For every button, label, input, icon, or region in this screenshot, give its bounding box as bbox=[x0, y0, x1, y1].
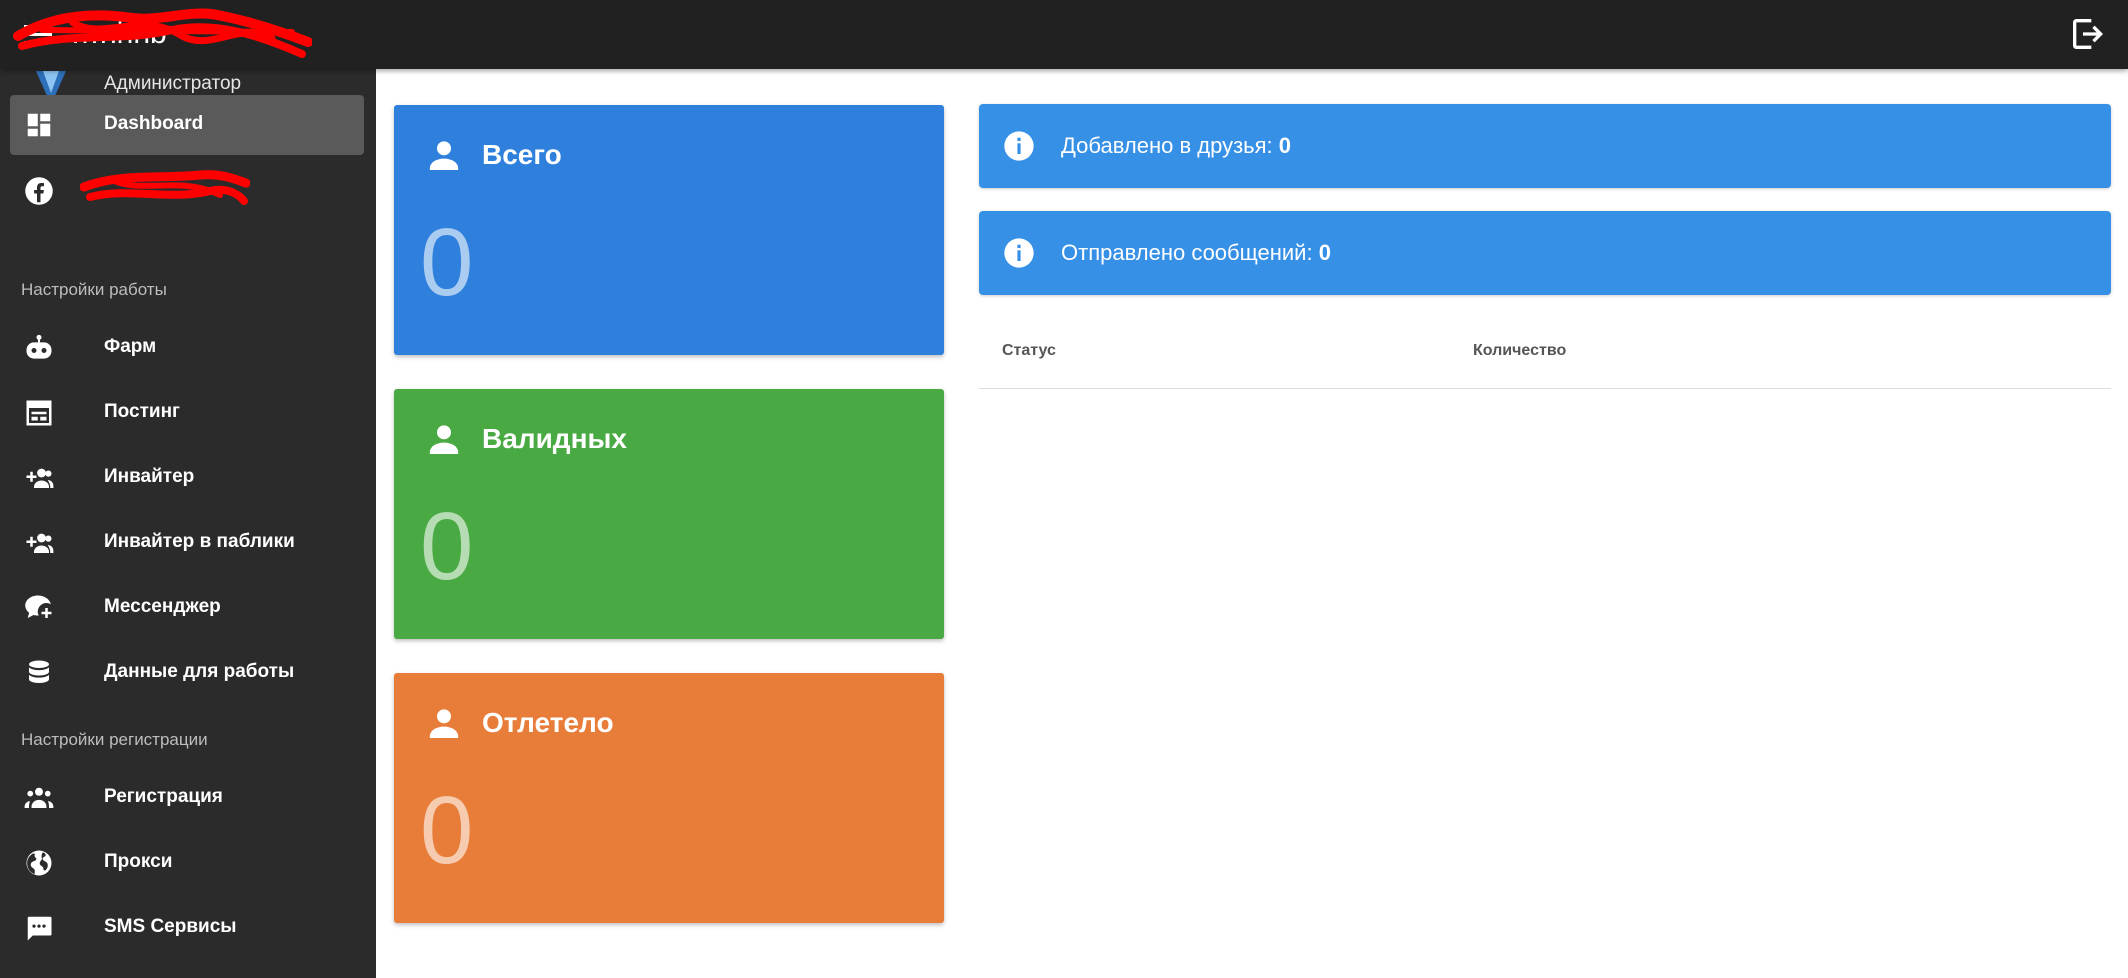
card-value: 0 bbox=[420, 493, 474, 600]
person-icon bbox=[429, 141, 459, 170]
chat-plus-icon bbox=[25, 595, 52, 618]
user-role: Администратор bbox=[104, 73, 242, 94]
sidebar-item-inviter-publics[interactable]: Инвайтер в паблики bbox=[10, 513, 364, 573]
alert-value: 0 bbox=[1278, 133, 1292, 158]
redaction-scribble bbox=[80, 170, 250, 205]
group-icon bbox=[24, 787, 54, 808]
sidebar-item-label: Постинг bbox=[104, 401, 180, 422]
sidebar-item-posting[interactable]: Постинг bbox=[10, 383, 364, 443]
card-title: Отлетело bbox=[482, 707, 614, 738]
sms-icon bbox=[27, 916, 52, 941]
sidebar-item-farm[interactable]: Фарм bbox=[10, 318, 364, 378]
sidebar-item-dashboard[interactable]: Dashboard bbox=[10, 95, 364, 155]
sidebar: Администратор Dashboard Настройки работы… bbox=[0, 69, 376, 978]
sidebar-item-label: Инвайтер bbox=[104, 466, 195, 487]
sidebar-item-label: Регистрация bbox=[104, 786, 223, 807]
person-icon bbox=[429, 709, 459, 738]
facebook-icon bbox=[25, 177, 53, 205]
sidebar-item-sms-services[interactable]: SMS Сервисы bbox=[10, 898, 364, 958]
add-group-icon bbox=[26, 533, 54, 553]
column-header-status[interactable]: Статус bbox=[1002, 342, 1056, 360]
stat-card-dropped: Отлетело 0 bbox=[394, 673, 944, 923]
alert-value: 0 bbox=[1318, 240, 1331, 265]
database-icon bbox=[29, 660, 49, 683]
info-icon bbox=[1004, 238, 1034, 268]
sidebar-item-label: Мессенджер bbox=[104, 596, 221, 617]
card-value: 0 bbox=[420, 777, 474, 884]
section-header-work: Настройки работы bbox=[21, 280, 167, 299]
robot-icon bbox=[26, 334, 52, 359]
sidebar-item-label: Dashboard bbox=[104, 113, 204, 134]
sidebar-item-label: Фарм bbox=[104, 336, 157, 357]
add-group-icon bbox=[26, 468, 54, 488]
sidebar-item-messenger[interactable]: Мессенджер bbox=[10, 578, 364, 638]
calendar-icon bbox=[26, 400, 52, 426]
stat-card-valid: Валидных 0 bbox=[394, 389, 944, 639]
sidebar-item-label: SMS Сервисы bbox=[104, 916, 237, 937]
alert-messages-sent: Отправлено сообщений: 0 bbox=[979, 211, 2111, 295]
sidebar-item-work-data[interactable]: Данные для работы bbox=[10, 643, 364, 703]
card-value: 0 bbox=[420, 209, 474, 316]
sidebar-item-facebook[interactable] bbox=[10, 161, 364, 221]
alert-friends-added: Добавлено в друзья: 0 bbox=[979, 104, 2111, 188]
logout-icon[interactable] bbox=[2068, 14, 2108, 54]
sidebar-item-registration[interactable]: Регистрация bbox=[10, 768, 364, 828]
app-title: …nhhb bbox=[70, 17, 167, 50]
alert-text: Добавлено в друзья: 0 bbox=[1061, 133, 1292, 158]
sidebar-item-label: Прокси bbox=[104, 851, 173, 872]
globe-icon bbox=[26, 850, 52, 876]
section-header-registration: Настройки регистрации bbox=[21, 730, 208, 749]
stat-card-total: Всего 0 bbox=[394, 105, 944, 355]
sidebar-item-proxy[interactable]: Прокси bbox=[10, 833, 364, 893]
stats-table-header: Статус Количество bbox=[979, 318, 2111, 389]
top-app-bar: …nhhb bbox=[0, 0, 2128, 69]
card-title: Валидных bbox=[482, 423, 627, 454]
info-icon bbox=[1004, 131, 1034, 161]
card-title: Всего bbox=[482, 139, 562, 170]
menu-icon[interactable] bbox=[22, 20, 56, 50]
person-icon bbox=[429, 425, 459, 454]
sidebar-item-inviter[interactable]: Инвайтер bbox=[10, 448, 364, 508]
column-header-count[interactable]: Количество bbox=[1473, 342, 1566, 360]
alert-text: Отправлено сообщений: 0 bbox=[1061, 240, 1331, 265]
sidebar-item-label: Инвайтер в паблики bbox=[104, 531, 295, 552]
dashboard-icon bbox=[27, 113, 51, 137]
sidebar-item-label: Данные для работы bbox=[104, 661, 295, 682]
